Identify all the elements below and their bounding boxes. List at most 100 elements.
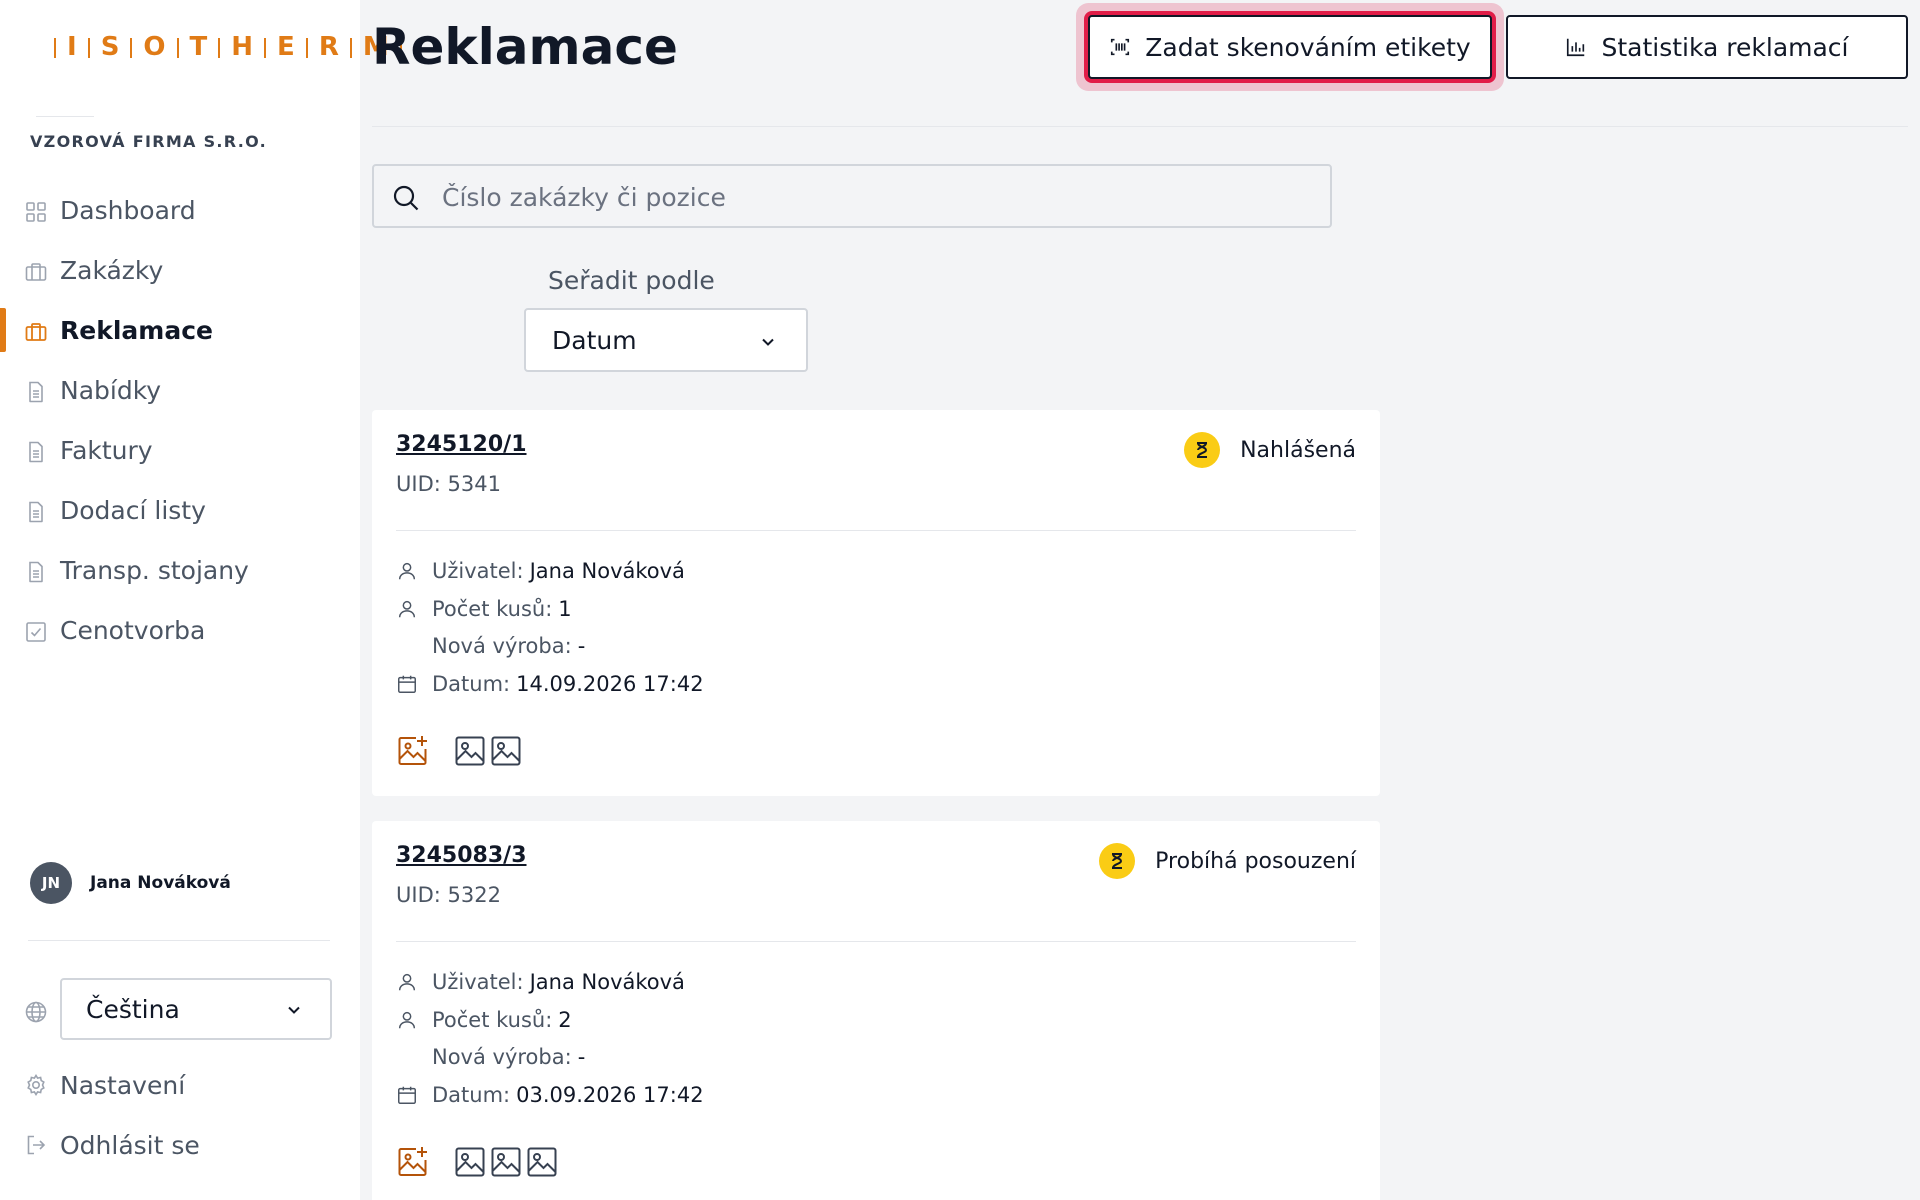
- claim-date: 03.09.2026 17:42: [516, 1083, 704, 1107]
- status-badge: Probíhá posouzení: [1099, 843, 1356, 879]
- claim-id-link[interactable]: 3245120/1: [396, 432, 527, 457]
- sidebar-item-label: Cenotvorba: [60, 615, 206, 645]
- user-icon: [398, 973, 416, 991]
- card-divider: [396, 941, 1356, 942]
- sidebar-item-label: Faktury: [60, 435, 153, 465]
- avatar: JN: [30, 862, 72, 904]
- user-icon: [398, 1011, 416, 1029]
- stats-button-label: Statistika reklamací: [1601, 32, 1849, 62]
- add-photo-icon[interactable]: [396, 734, 430, 768]
- briefcase-icon: [25, 263, 47, 281]
- claim-card: 3245120/1 UID: 5341 Nahlášená Uživatel: …: [372, 410, 1380, 796]
- sidebar: I S O T H E R M VZOROVÁ FIRMA S.R.O. Das…: [0, 0, 402, 1200]
- chevron-down-icon: [762, 338, 774, 346]
- sort-value: Datum: [552, 325, 637, 355]
- grid-icon: [26, 202, 46, 222]
- bar-chart-icon: [1567, 38, 1585, 57]
- search-icon: [393, 185, 419, 211]
- claim-uid: UID: 5322: [396, 883, 501, 907]
- sidebar-item-reklamace[interactable]: Reklamace: [0, 300, 360, 360]
- claim-pieces-row: Počet kusů: 1: [396, 594, 572, 624]
- globe-icon: [25, 1001, 47, 1023]
- sidebar-item-label: Reklamace: [60, 315, 213, 345]
- barcode-scan-icon: [1111, 38, 1130, 56]
- language-value: Čeština: [86, 994, 180, 1024]
- add-photo-icon[interactable]: [396, 1145, 430, 1179]
- sidebar-item-cenotvorba[interactable]: Cenotvorba: [0, 600, 360, 660]
- scan-button-label: Zadat skenováním etikety: [1145, 32, 1471, 62]
- hourglass-icon: [1184, 432, 1221, 468]
- header-divider: [372, 126, 1908, 127]
- claim-pieces-row: Počet kusů: 2: [396, 1005, 572, 1035]
- claim-new-production: -: [577, 634, 586, 658]
- settings-link[interactable]: Nastavení: [0, 1063, 360, 1107]
- search-input[interactable]: [440, 176, 1304, 218]
- document-icon: [29, 561, 43, 583]
- status-label: Nahlášená: [1240, 437, 1356, 463]
- search-box: [372, 164, 1332, 228]
- hourglass-icon: [1099, 843, 1136, 879]
- page-title: Reklamace: [372, 18, 678, 76]
- isotherm-logo[interactable]: I S O T H E R M: [52, 26, 404, 62]
- status-label: Probíhá posouzení: [1155, 848, 1356, 874]
- document-icon: [29, 381, 43, 403]
- sidebar-item-faktury[interactable]: Faktury: [0, 420, 360, 480]
- claim-user-row: Uživatel: Jana Nováková: [396, 967, 685, 997]
- card-divider: [396, 530, 1356, 531]
- user-icon: [398, 600, 416, 618]
- scan-label-button[interactable]: Zadat skenováním etikety: [1088, 15, 1492, 79]
- claim-new-production-row: Nová výroba: -: [432, 1045, 586, 1069]
- claim-id-link[interactable]: 3245083/3: [396, 843, 527, 868]
- document-icon: [29, 501, 43, 523]
- gear-icon: [27, 1073, 45, 1097]
- claim-photos: [396, 734, 526, 768]
- sidebar-item-dodaci-listy[interactable]: Dodací listy: [0, 480, 360, 540]
- user-profile[interactable]: JN Jana Nováková: [30, 862, 231, 904]
- logout-icon: [27, 1135, 46, 1155]
- settings-label: Nastavení: [60, 1070, 186, 1100]
- calendar-icon: [398, 675, 416, 693]
- status-badge: Nahlášená: [1184, 432, 1356, 468]
- claims-statistics-button[interactable]: Statistika reklamací: [1506, 15, 1908, 79]
- photo-thumbnail-icon[interactable]: [454, 1146, 486, 1178]
- photo-thumbnail-icon[interactable]: [490, 735, 522, 767]
- logo-divider: [36, 116, 94, 117]
- briefcase-icon: [25, 323, 47, 341]
- logout-link[interactable]: Odhlásit se: [0, 1123, 360, 1167]
- claim-new-production: -: [577, 1045, 586, 1069]
- claim-new-production-row: Nová výroba: -: [432, 634, 586, 658]
- claim-uid: UID: 5341: [396, 472, 501, 496]
- sidebar-item-dashboard[interactable]: Dashboard: [0, 180, 360, 240]
- sidebar-item-label: Dodací listy: [60, 495, 206, 525]
- claim-card: 3245083/3 UID: 5322 Probíhá posouzení Už…: [372, 821, 1380, 1200]
- sidebar-item-label: Transp. stojany: [60, 555, 249, 585]
- sort-label: Seřadit podle: [548, 266, 715, 295]
- calendar-icon: [398, 1086, 416, 1104]
- photo-thumbnail-icon[interactable]: [490, 1146, 522, 1178]
- claim-date-row: Datum: 14.09.2026 17:42: [396, 669, 704, 699]
- user-name: Jana Nováková: [90, 873, 231, 893]
- photo-thumbnail-icon[interactable]: [526, 1146, 558, 1178]
- sidebar-item-label: Nabídky: [60, 375, 162, 405]
- chevron-down-icon: [288, 1006, 300, 1014]
- sort-select[interactable]: Datum: [524, 308, 808, 372]
- sidebar-divider: [28, 940, 330, 941]
- claim-photos: [396, 1145, 562, 1179]
- claim-user-row: Uživatel: Jana Nováková: [396, 556, 685, 586]
- document-icon: [29, 441, 43, 463]
- claim-pieces: 1: [558, 597, 572, 621]
- sidebar-item-zakazky[interactable]: Zakázky: [0, 240, 360, 300]
- sidebar-nav: Dashboard Zakázky Reklamace Nabídky Fakt…: [0, 180, 360, 660]
- claim-date-row: Datum: 03.09.2026 17:42: [396, 1080, 704, 1110]
- claim-user: Jana Nováková: [529, 970, 685, 994]
- photo-thumbnail-icon[interactable]: [454, 735, 486, 767]
- checkbox-icon: [26, 622, 46, 642]
- company-name: VZOROVÁ FIRMA S.R.O.: [30, 132, 268, 151]
- sidebar-item-transp-stojany[interactable]: Transp. stojany: [0, 540, 360, 600]
- sidebar-item-nabidky[interactable]: Nabídky: [0, 360, 360, 420]
- language-select[interactable]: Čeština: [60, 978, 332, 1040]
- logout-label: Odhlásit se: [60, 1130, 200, 1160]
- claim-user: Jana Nováková: [529, 559, 685, 583]
- claim-pieces: 2: [558, 1008, 572, 1032]
- sidebar-item-label: Zakázky: [60, 255, 164, 285]
